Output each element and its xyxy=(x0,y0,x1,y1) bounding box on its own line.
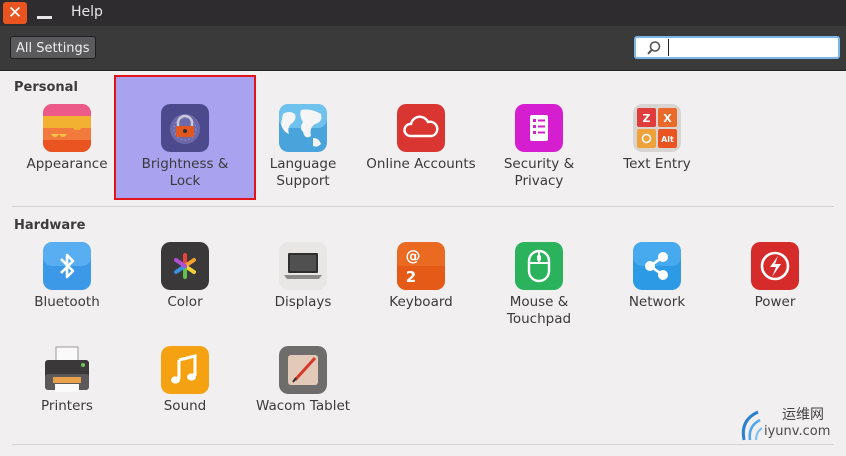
settings-item-label: Printers xyxy=(41,398,93,414)
settings-item-label: Bluetooth xyxy=(34,294,100,310)
key-2: 2 xyxy=(406,268,416,286)
key-z: Z xyxy=(643,112,651,125)
search-box[interactable] xyxy=(634,36,840,59)
cloud-icon xyxy=(397,104,445,152)
settings-item-label: Security & Privacy xyxy=(503,156,575,189)
power-icon xyxy=(751,242,799,290)
settings-item-label: Network xyxy=(628,294,686,310)
settings-item-label: Displays xyxy=(274,294,332,310)
close-icon: ✕ xyxy=(7,2,23,23)
settings-item-label: Keyboard xyxy=(389,294,453,310)
settings-item-security-privacy[interactable]: Security & Privacy xyxy=(480,104,598,214)
settings-item-label: Online Accounts xyxy=(366,156,476,172)
settings-item-bluetooth[interactable]: Bluetooth xyxy=(8,242,126,352)
settings-item-appearance[interactable]: Appearance xyxy=(8,104,126,214)
section-title-hardware: Hardware xyxy=(14,218,86,233)
section-divider xyxy=(12,206,834,207)
settings-item-label: Brightness & Lock xyxy=(141,156,229,189)
settings-item-mouse-touchpad[interactable]: Mouse & Touchpad xyxy=(480,242,598,352)
globe-icon xyxy=(279,104,327,152)
settings-item-label: Mouse & Touchpad xyxy=(506,294,572,327)
key-alt: Alt xyxy=(661,135,674,144)
settings-item-wacom-tablet[interactable]: Wacom Tablet xyxy=(244,346,362,456)
settings-item-power[interactable]: Power xyxy=(716,242,834,352)
minimize-button[interactable] xyxy=(33,4,55,22)
section-divider xyxy=(12,444,834,445)
printer-icon xyxy=(43,346,91,394)
appearance-icon xyxy=(43,104,91,152)
minimize-icon xyxy=(36,16,52,19)
monitor-icon xyxy=(279,242,327,290)
watermark: 运维网 iyunv.com xyxy=(730,398,845,448)
section-title-personal: Personal xyxy=(14,80,78,95)
network-icon xyxy=(633,242,681,290)
settings-item-label: Color xyxy=(167,294,203,310)
toolbar: All Settings xyxy=(0,26,846,71)
mouse-icon xyxy=(515,242,563,290)
key-x: X xyxy=(663,112,672,125)
settings-item-brightness-lock[interactable]: Brightness & Lock xyxy=(126,104,244,214)
menu-help[interactable]: Help xyxy=(71,4,103,20)
security-icon xyxy=(515,104,563,152)
settings-item-label: Sound xyxy=(163,398,207,414)
settings-item-label: Appearance xyxy=(26,156,108,172)
title-bar: ✕ Help xyxy=(0,0,846,26)
settings-item-printers[interactable]: Printers xyxy=(8,346,126,456)
settings-item-sound[interactable]: Sound xyxy=(126,346,244,456)
settings-item-label: Text Entry xyxy=(623,156,691,172)
settings-item-text-entry[interactable]: Z X Alt Text Entry xyxy=(598,104,716,214)
color-wheel-icon xyxy=(161,242,209,290)
tablet-icon xyxy=(279,346,327,394)
settings-item-displays[interactable]: Displays xyxy=(244,242,362,352)
settings-item-network[interactable]: Network xyxy=(598,242,716,352)
settings-item-online-accounts[interactable]: Online Accounts xyxy=(362,104,480,214)
key-at: @ xyxy=(406,247,421,265)
keys-icon: Z X Alt xyxy=(633,104,681,152)
settings-item-language[interactable]: Language Support xyxy=(244,104,362,214)
settings-item-label: Power xyxy=(754,294,796,310)
watermark-text: 运维网 xyxy=(782,407,824,423)
settings-item-keyboard[interactable]: @ 2 Keyboard xyxy=(362,242,480,352)
settings-item-label: Wacom Tablet xyxy=(255,398,351,414)
all-settings-button[interactable]: All Settings xyxy=(10,36,96,59)
search-input[interactable] xyxy=(668,39,829,56)
bluetooth-icon xyxy=(43,242,91,290)
close-button[interactable]: ✕ xyxy=(3,2,27,24)
settings-item-label: Language Support xyxy=(269,156,337,189)
music-note-icon xyxy=(161,346,209,394)
keyboard-key-icon: @ 2 xyxy=(397,242,445,290)
search-icon xyxy=(647,41,661,55)
watermark-url: iyunv.com xyxy=(764,424,831,439)
settings-item-color[interactable]: Color xyxy=(126,242,244,352)
padlock-icon xyxy=(161,104,209,152)
